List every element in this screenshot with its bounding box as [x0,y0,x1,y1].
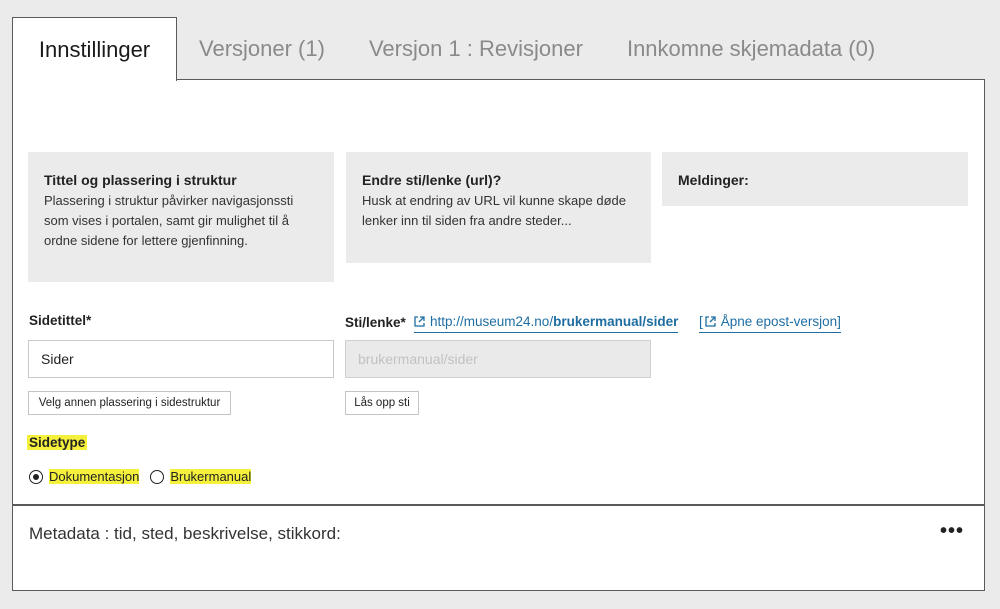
info-box-title: Tittel og plassering i struktur [44,172,237,188]
tab-versjoner[interactable]: Versjoner (1) [177,17,347,80]
radio-dokumentasjon[interactable] [29,469,43,484]
more-options-icon[interactable]: ••• [940,521,964,541]
metadata-title: Metadata : tid, sted, beskrivelse, stikk… [29,524,341,543]
metadata-section: Metadata : tid, sted, beskrivelse, stikk… [12,505,985,591]
info-box-text: Husk at endring av URL vil kunne skape d… [362,193,626,228]
info-box-title: Meldinger: [678,172,749,188]
external-link-icon [705,316,716,327]
info-box-change-path: Endre sti/lenke (url)? Husk at endring a… [346,152,651,263]
email-link-label: Åpne epost-versjon] [720,314,841,329]
info-box-title: Endre sti/lenke (url)? [362,172,502,188]
choose-placement-button[interactable]: Velg annen plassering i sidestruktur [28,391,231,415]
page-title-label: Sidetittel* [29,313,92,328]
page-url-link[interactable]: http://museum24.no/brukermanual/sider [414,314,679,333]
tab-revisjoner[interactable]: Versjon 1 : Revisjoner [347,17,605,80]
settings-panel [12,79,985,505]
path-input[interactable]: brukermanual/sider [345,340,651,378]
radio-selected-dot [33,473,39,480]
tab-bar: Innstillinger Versjoner (1) Versjon 1 : … [12,17,897,81]
page-title-input[interactable]: Sider [28,340,334,378]
url-path: brukermanual/sider [553,314,679,329]
external-link-icon [414,316,425,327]
url-prefix: http://museum24.no/ [430,314,554,329]
radio-brukermanual[interactable] [150,469,165,484]
unlock-path-button[interactable]: Lås opp sti [345,391,419,415]
tab-innstillinger[interactable]: Innstillinger [12,17,177,81]
radio-label-brukermanual[interactable]: Brukermanual [170,469,252,484]
info-box-messages: Meldinger: [662,152,968,206]
path-label: Sti/lenke* [345,315,406,330]
info-box-title-placement: Tittel og plassering i struktur Plasseri… [28,152,334,282]
page-type-label: Sidetype [27,435,88,450]
email-link-bracket: [ [699,314,703,329]
tab-skjemadata[interactable]: Innkomne skjemadata (0) [605,17,897,80]
info-box-text: Plassering i struktur påvirker navigasjo… [44,193,294,248]
radio-label-dokumentasjon[interactable]: Dokumentasjon [49,469,140,484]
open-email-version-link[interactable]: [ Åpne epost-versjon] [699,314,841,333]
page-type-radio-group: Dokumentasjon Brukermanual [29,469,252,484]
